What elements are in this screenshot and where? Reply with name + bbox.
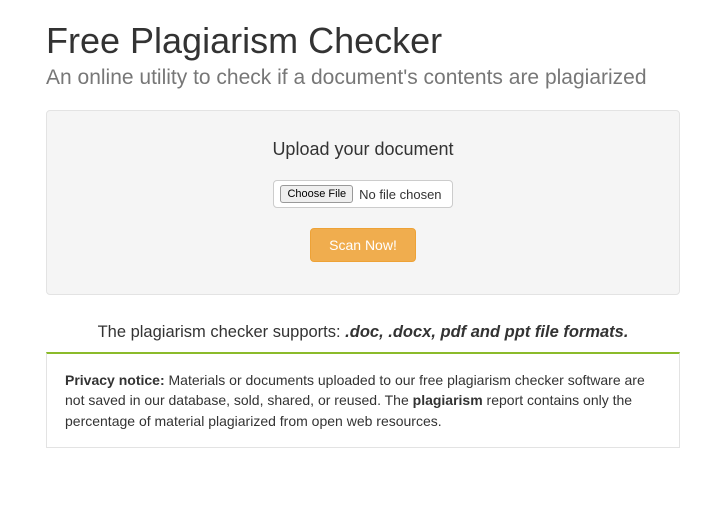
scan-button[interactable]: Scan Now! [310,228,416,262]
choose-file-button[interactable]: Choose File [280,185,353,203]
file-input[interactable]: Choose File No file chosen [273,180,452,208]
notice-label: Privacy notice: [65,372,165,388]
supports-formats: .doc, .docx, pdf and ppt file formats. [345,323,628,341]
upload-panel: Upload your document Choose File No file… [46,110,680,295]
upload-title: Upload your document [67,139,659,160]
page-title: Free Plagiarism Checker [46,20,680,62]
privacy-notice: Privacy notice: Materials or documents u… [46,352,680,448]
file-status-text: No file chosen [359,187,441,202]
notice-bold-word: plagiarism [413,392,483,408]
supported-formats-line: The plagiarism checker supports: .doc, .… [46,323,680,342]
supports-prefix: The plagiarism checker supports: [98,323,346,341]
page-subtitle: An online utility to check if a document… [46,66,680,90]
